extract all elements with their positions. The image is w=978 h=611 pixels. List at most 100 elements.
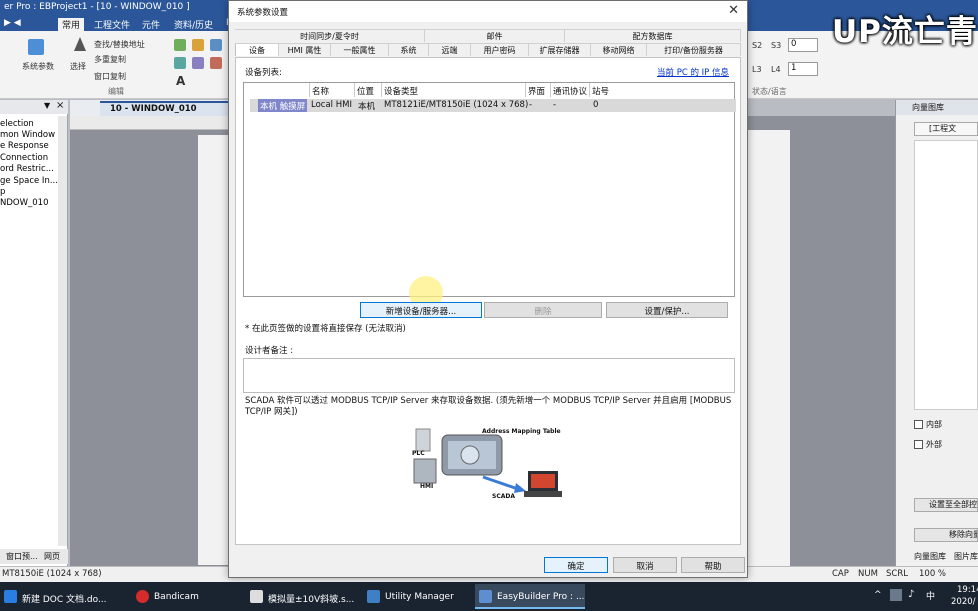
col-divider[interactable] — [550, 83, 551, 97]
remove-vector-button[interactable]: 移除向量 — [914, 528, 978, 542]
chevron-down-icon[interactable]: ▼ — [44, 101, 50, 110]
col-header-location[interactable]: 位置 — [357, 85, 374, 97]
scada-info-text: SCADA 软件可以透过 MODBUS TCP/IP Server 来存取设备数… — [245, 396, 732, 417]
tab-recipe-db[interactable]: 配方数据库 — [565, 29, 741, 42]
ime-indicator[interactable]: 中 — [926, 589, 935, 602]
close-icon[interactable]: ✕ — [728, 3, 739, 18]
select-cursor-icon[interactable] — [74, 37, 86, 51]
ribbon-app-menu[interactable]: ▶ ◀ — [0, 18, 25, 31]
editor-canvas[interactable] — [70, 130, 238, 566]
language-spinner[interactable]: 1 — [788, 62, 818, 76]
ip-info-link[interactable]: 当前 PC 的 IP 信息 — [657, 66, 729, 78]
tab-print-backup[interactable]: 打印/备份服务器 — [647, 43, 741, 56]
tree-item[interactable]: election — [0, 119, 34, 129]
cell-name: Local HMI — [311, 100, 352, 110]
status-num: NUM — [858, 569, 878, 579]
vector-pane-title: 向量图库 — [912, 103, 944, 112]
tab-ext-memory[interactable]: 扩展存储器 — [529, 43, 591, 56]
tab-mail[interactable]: 邮件 — [425, 29, 565, 42]
table-row[interactable]: 本机 触摸屏 Local HMI 本机 MT8121iE/MT8150iE (1… — [250, 99, 736, 112]
tab-vector-library[interactable]: 向量图库 — [914, 551, 946, 562]
ribbon-tab-home[interactable]: 常用 — [58, 18, 85, 31]
vector-list[interactable] — [914, 140, 978, 410]
ribbon-find-replace[interactable]: 查找/替换地址 — [94, 39, 145, 50]
tab-mobile-network[interactable]: 移动网络 — [591, 43, 647, 56]
left-pane-tabs: 窗口预... 网页 — [0, 549, 68, 564]
shape-tool-icon[interactable] — [174, 39, 186, 51]
tab-user-password[interactable]: 用户密码 — [471, 43, 529, 56]
set-all-button[interactable]: 设置至全部控 — [914, 498, 978, 512]
taskbar-item-sim[interactable]: 模拟量±10V斜坡.s... — [246, 584, 356, 609]
tree-scrollbar[interactable] — [58, 116, 67, 546]
col-divider[interactable] — [589, 83, 590, 97]
col-header-protocol[interactable]: 通讯协议 — [553, 85, 587, 97]
ribbon-tab-project[interactable]: 工程文件 — [90, 18, 134, 31]
clock-time[interactable]: 19:14 — [957, 585, 978, 595]
designer-note-field[interactable] — [243, 358, 735, 393]
col-header-name[interactable]: 名称 — [312, 85, 329, 97]
ribbon-window-copy[interactable]: 窗口复制 — [94, 71, 126, 82]
tab-webpage[interactable]: 网页 — [44, 551, 60, 562]
tree-item[interactable]: mon Window — [0, 130, 55, 140]
tab-time-sync[interactable]: 时间同步/夏令时 — [235, 29, 425, 42]
tab-device[interactable]: 设备 — [235, 43, 279, 56]
col-divider[interactable] — [381, 83, 382, 97]
tree-item-window-010[interactable]: NDOW_010 — [0, 198, 48, 208]
help-button[interactable]: 帮助 — [681, 557, 745, 573]
tab-picture-library[interactable]: 图片库 — [954, 551, 978, 562]
tab-window-preview[interactable]: 窗口预... — [6, 551, 38, 562]
ribbon-select[interactable]: 选择 — [70, 61, 86, 72]
state-spinner[interactable]: 0 — [788, 38, 818, 52]
tab-remote[interactable]: 远端 — [429, 43, 471, 56]
delete-button[interactable]: 删除 — [484, 302, 602, 318]
settings-protect-button[interactable]: 设置/保护... — [606, 302, 728, 318]
col-divider[interactable] — [354, 83, 355, 97]
cell-protocol: - — [553, 100, 557, 110]
image-tool-icon[interactable] — [192, 39, 204, 51]
editor-canvas-right[interactable] — [740, 116, 895, 566]
volume-icon[interactable]: ♪ — [908, 589, 914, 600]
ribbon-multi-copy[interactable]: 多重复制 — [94, 54, 126, 65]
project-file-button[interactable]: [工程文 — [914, 122, 978, 136]
ribbon-tab-data[interactable]: 资料/历史 — [170, 18, 217, 31]
tree-item[interactable]: ge Space In... — [0, 176, 58, 186]
taskbar-item-doc[interactable]: 新建 DOC 文档.do... — [0, 584, 125, 609]
new-device-button[interactable]: 新增设备/服务器... — [360, 302, 482, 318]
col-header-interface[interactable]: 界面 — [528, 85, 545, 97]
close-icon[interactable]: × — [56, 100, 64, 111]
document-tab-strip: 10 - WINDOW_010 × — [70, 100, 272, 116]
modbus-diagram-svg — [408, 425, 568, 510]
checkbox-external[interactable] — [914, 440, 923, 449]
device-list[interactable]: 名称 位置 设备类型 界面 通讯协议 站号 本机 触摸屏 Local HMI 本… — [243, 82, 736, 297]
line-tool-icon[interactable] — [174, 57, 186, 69]
checkbox-internal[interactable] — [914, 420, 923, 429]
table-tool-icon[interactable] — [210, 39, 222, 51]
tab-general[interactable]: 一般属性 — [331, 43, 389, 56]
text-tool-icon[interactable]: A — [176, 74, 185, 88]
tree-item[interactable]: ord Restric... — [0, 164, 54, 174]
tree-item[interactable]: e Response — [0, 141, 49, 151]
col-header-station[interactable]: 站号 — [592, 85, 609, 97]
tab-hmi-attributes[interactable]: HMI 属性 — [279, 43, 331, 56]
col-divider[interactable] — [525, 83, 526, 97]
cancel-button[interactable]: 取消 — [613, 557, 677, 573]
tray-up-icon[interactable]: ^ — [874, 590, 882, 600]
ribbon-tab-objects[interactable]: 元件 — [138, 18, 164, 31]
network-icon[interactable] — [890, 589, 902, 601]
clock-date[interactable]: 2020/ — [951, 597, 976, 607]
taskbar-item-utility[interactable]: Utility Manager — [363, 584, 471, 609]
taskbar-item-bandicam[interactable]: Bandicam — [132, 584, 237, 609]
save-note: * 在此页签做的设置将直接保存 (无法取消) — [245, 324, 406, 334]
circle-tool-icon[interactable] — [210, 57, 222, 69]
ribbon-system-params[interactable]: 系统参数 — [22, 61, 54, 72]
ok-button[interactable]: 确定 — [544, 557, 608, 573]
tree-item[interactable]: Connection — [0, 153, 48, 163]
taskbar-item-easybuilder[interactable]: EasyBuilder Pro : ... — [475, 584, 585, 609]
col-divider[interactable] — [309, 83, 310, 97]
dialog-title: 系统参数设置 — [237, 8, 289, 18]
tab-system[interactable]: 系统 — [389, 43, 429, 56]
rect-tool-icon[interactable] — [192, 57, 204, 69]
system-params-icon[interactable] — [28, 39, 44, 55]
tree-item[interactable]: p — [0, 187, 5, 197]
col-header-type[interactable]: 设备类型 — [384, 85, 418, 97]
